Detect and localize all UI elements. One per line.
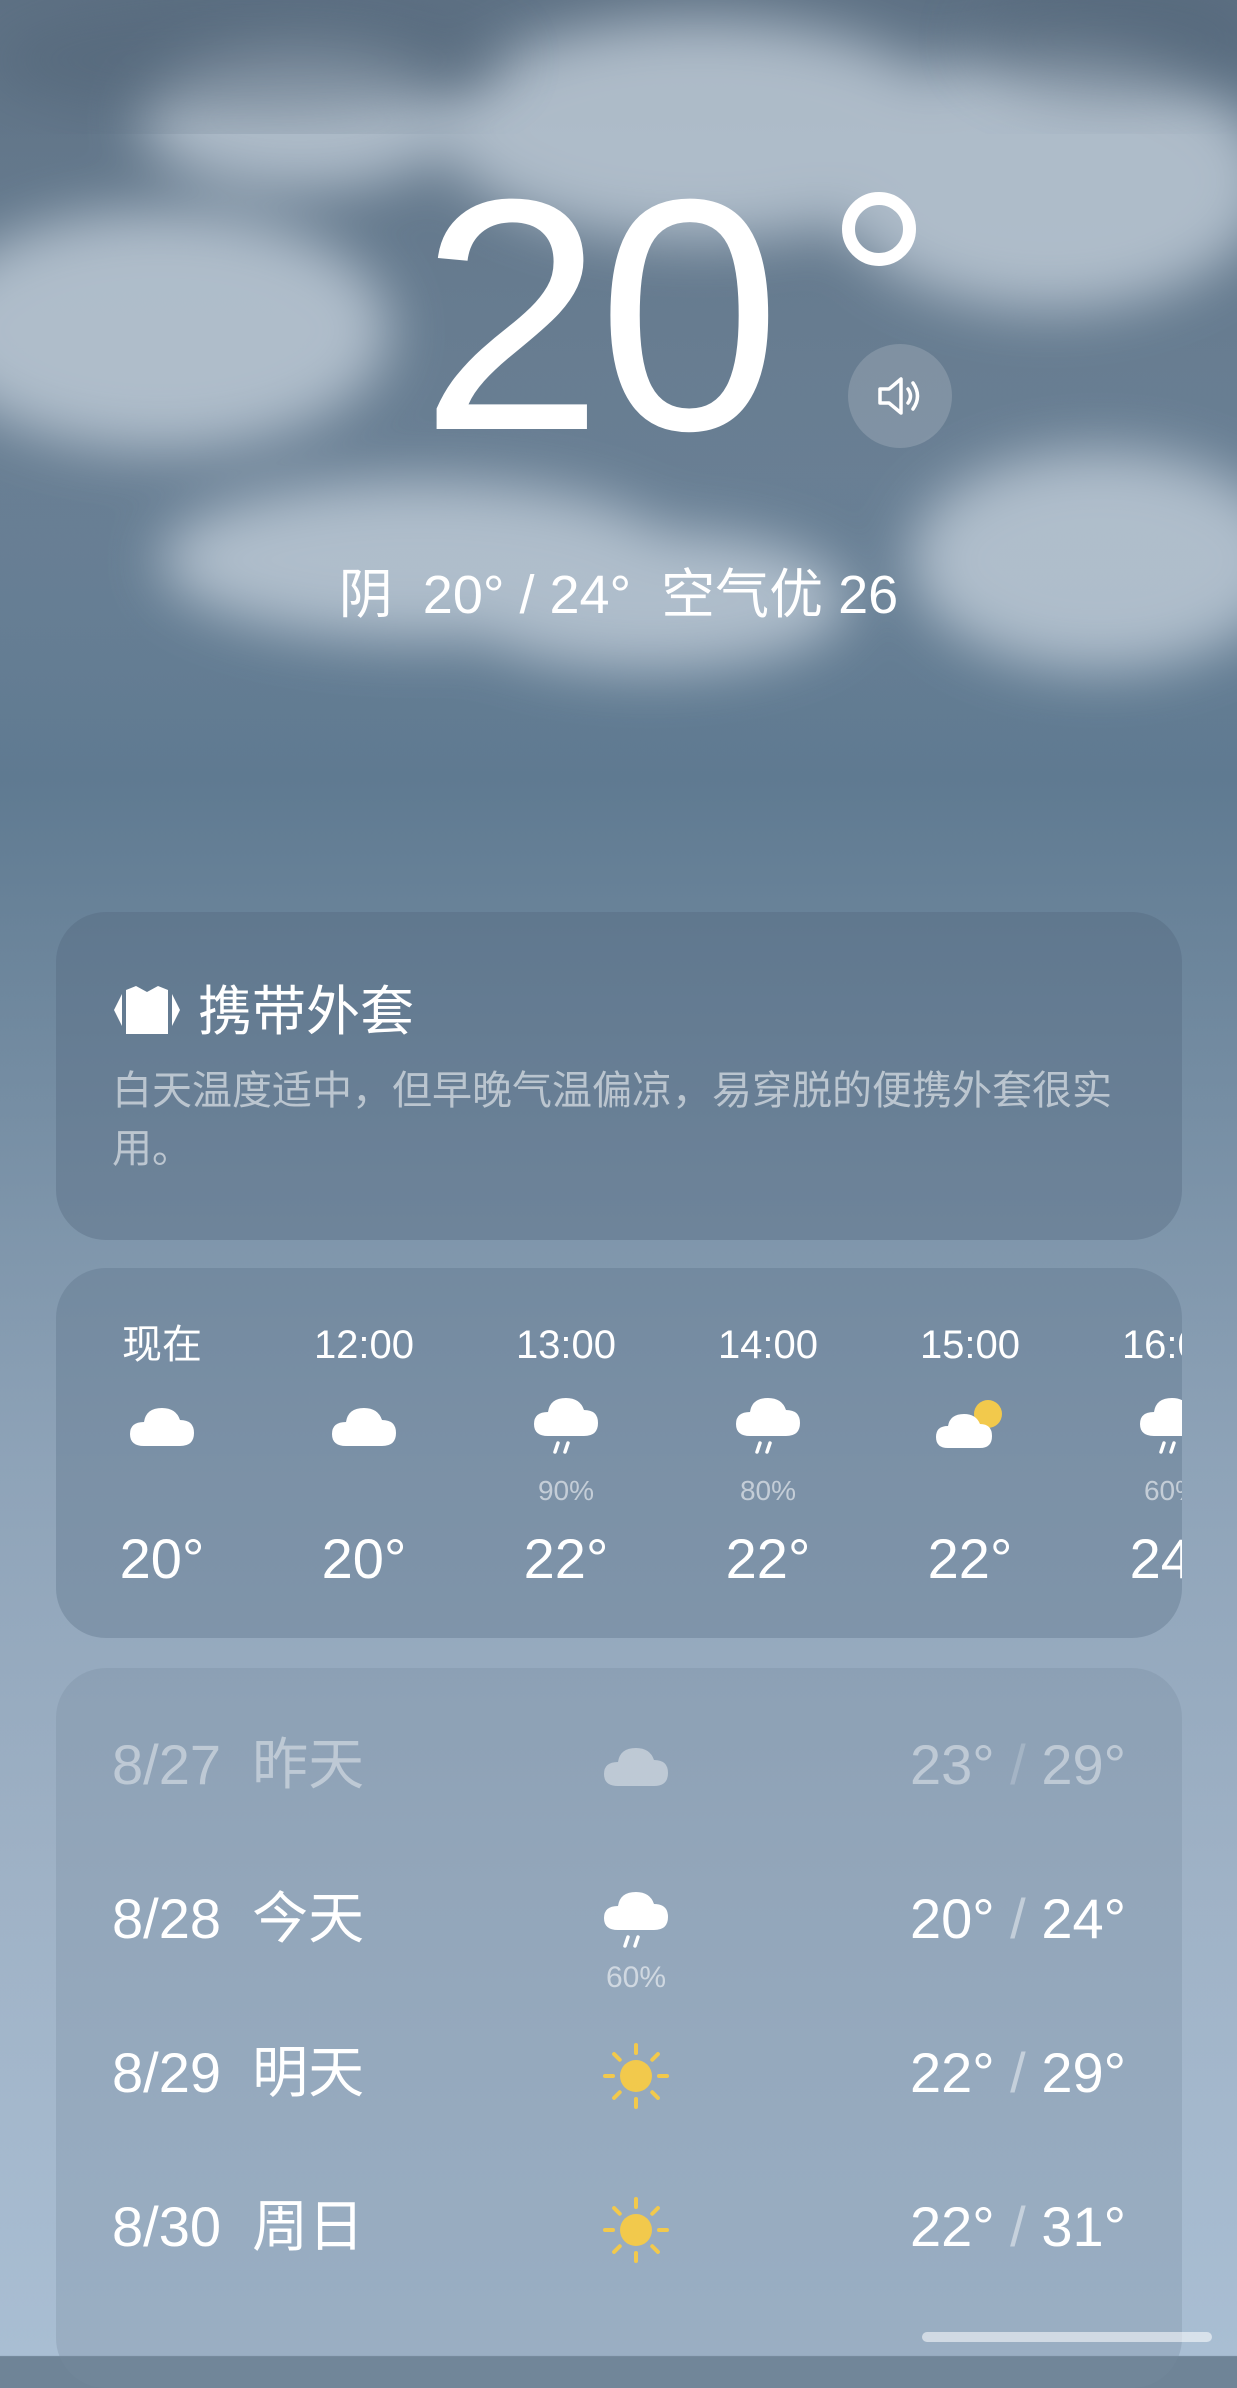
day-row[interactable]: 8/29 明天 22° / 29° bbox=[56, 2002, 1182, 2132]
day-label: 8/29 明天 bbox=[112, 2038, 364, 2108]
day-name: 今天 bbox=[252, 1887, 365, 1950]
day-temperature-range: 23° / 29° bbox=[910, 1730, 1126, 1800]
sun-icon bbox=[603, 2043, 669, 2109]
speaker-icon bbox=[878, 377, 920, 415]
tip-description: 白天温度适中，但早晚气温偏凉，易穿脱的便携外套很实用。 bbox=[112, 1069, 1112, 1171]
day-precip-chance: 60% bbox=[605, 1961, 667, 1994]
day-row[interactable]: 8/28 今天 60% 20° / 24° bbox=[56, 1848, 1182, 1994]
rain-icon bbox=[604, 1892, 668, 1948]
hour-weather-icon bbox=[930, 1388, 1010, 1468]
day-label: 8/30 周日 bbox=[112, 2192, 364, 2262]
hour-time: 16:00 bbox=[1121, 1323, 1182, 1367]
daily-forecast[interactable]: 8/27 昨天 23° / 29° 8/28 今天 60% 20° / 24° 8/29 … bbox=[56, 1668, 1182, 2388]
range-separator: / bbox=[994, 2041, 1042, 2104]
cloud-icon bbox=[130, 1408, 194, 1446]
hourly-forecast[interactable]: 现在 20° 12:00 20° 13:00 90% 22° 14:00 80% 22° 15:00… bbox=[56, 1268, 1182, 1638]
day-name: 明天 bbox=[252, 2041, 365, 2104]
cloud-icon bbox=[332, 1408, 396, 1446]
day-date: 8/28 bbox=[112, 1887, 221, 1950]
sun-icon bbox=[603, 2197, 669, 2263]
day-low: 22° bbox=[909, 2195, 995, 2258]
hour-time: 13:00 bbox=[515, 1323, 617, 1367]
hour-temperature: 22° bbox=[927, 1527, 1013, 1590]
hour-item: 14:00 80% 22° bbox=[668, 1268, 868, 1638]
hour-precip-chance: 60% bbox=[1143, 1475, 1182, 1506]
day-high: 24° bbox=[1041, 1887, 1126, 1950]
rain-icon bbox=[1140, 1398, 1182, 1454]
hour-temperature: 20° bbox=[321, 1527, 407, 1590]
range-separator: / bbox=[994, 1887, 1042, 1950]
hour-item: 现在 20° bbox=[62, 1268, 262, 1638]
hour-item: 16:00 60% 24° bbox=[1072, 1268, 1182, 1638]
hour-weather-icon bbox=[728, 1388, 808, 1468]
hour-time: 14:00 bbox=[717, 1323, 819, 1367]
day-name: 昨天 bbox=[252, 1733, 365, 1796]
day-high: 29° bbox=[1041, 1733, 1126, 1796]
speaker-button[interactable] bbox=[848, 344, 952, 448]
day-low: 22° bbox=[909, 2041, 995, 2104]
day-date: 8/29 bbox=[112, 2041, 221, 2104]
current-temperature-block: 20 bbox=[0, 150, 1237, 480]
day-temperature-range: 22° / 31° bbox=[910, 2192, 1126, 2262]
hour-item: 13:00 90% 22° bbox=[466, 1268, 666, 1638]
hour-weather-icon bbox=[122, 1388, 202, 1468]
hour-weather-icon bbox=[324, 1388, 404, 1468]
clothing-tip-card[interactable]: 携带外套 白天温度适中，但早晚气温偏凉，易穿脱的便携外套很实用。 bbox=[56, 912, 1182, 1240]
day-date: 8/30 bbox=[112, 2195, 221, 2258]
hour-precip-chance: 90% bbox=[537, 1475, 595, 1506]
hour-item: 12:00 20° bbox=[264, 1268, 464, 1638]
current-temperature: 20 bbox=[420, 130, 781, 499]
day-weather-icon bbox=[596, 2190, 676, 2270]
hour-item: 15:00 22° bbox=[870, 1268, 1070, 1638]
hour-precip-chance: 80% bbox=[739, 1475, 797, 1506]
home-indicator[interactable] bbox=[922, 2332, 1212, 2342]
day-label: 8/27 昨天 bbox=[112, 1730, 364, 1800]
degree-symbol bbox=[842, 192, 916, 266]
tip-title: 携带外套 bbox=[198, 982, 414, 1042]
day-temperature-range: 20° / 24° bbox=[910, 1884, 1126, 1954]
day-low: 23° bbox=[909, 1733, 995, 1796]
day-high: 29° bbox=[1041, 2041, 1126, 2104]
jacket-icon bbox=[114, 986, 180, 1034]
day-label: 8/28 今天 bbox=[112, 1884, 364, 1954]
hour-time: 12:00 bbox=[313, 1323, 415, 1367]
day-row[interactable]: 8/30 周日 22° / 31° bbox=[56, 2156, 1182, 2286]
hour-time: 现在 bbox=[122, 1323, 202, 1367]
day-row[interactable]: 8/27 昨天 23° / 29° bbox=[56, 1694, 1182, 1824]
rain-icon bbox=[534, 1398, 598, 1454]
day-low: 20° bbox=[909, 1887, 995, 1950]
day-weather-icon bbox=[596, 2036, 676, 2116]
day-date: 8/27 bbox=[112, 1733, 221, 1796]
hour-weather-icon bbox=[526, 1388, 606, 1468]
hour-temperature: 24° bbox=[1129, 1527, 1182, 1590]
hour-weather-icon bbox=[1132, 1388, 1182, 1468]
hour-time: 15:00 bbox=[919, 1323, 1021, 1367]
hour-temperature: 20° bbox=[119, 1527, 205, 1590]
range-separator: / bbox=[994, 1733, 1042, 1796]
hour-temperature: 22° bbox=[523, 1527, 609, 1590]
day-weather-icon bbox=[596, 1728, 676, 1808]
range-separator: / bbox=[994, 2195, 1042, 2258]
day-name: 周日 bbox=[252, 2195, 365, 2258]
day-weather-icon bbox=[596, 1882, 676, 1962]
day-temperature-range: 22° / 29° bbox=[910, 2038, 1126, 2108]
weather-summary: 阴 20° / 24° 空气优 26 bbox=[338, 565, 899, 625]
cloud-icon bbox=[604, 1748, 668, 1786]
rain-icon bbox=[736, 1398, 800, 1454]
hour-temperature: 22° bbox=[725, 1527, 811, 1590]
day-high: 31° bbox=[1041, 2195, 1126, 2258]
partly-cloudy-icon bbox=[936, 1400, 1002, 1448]
